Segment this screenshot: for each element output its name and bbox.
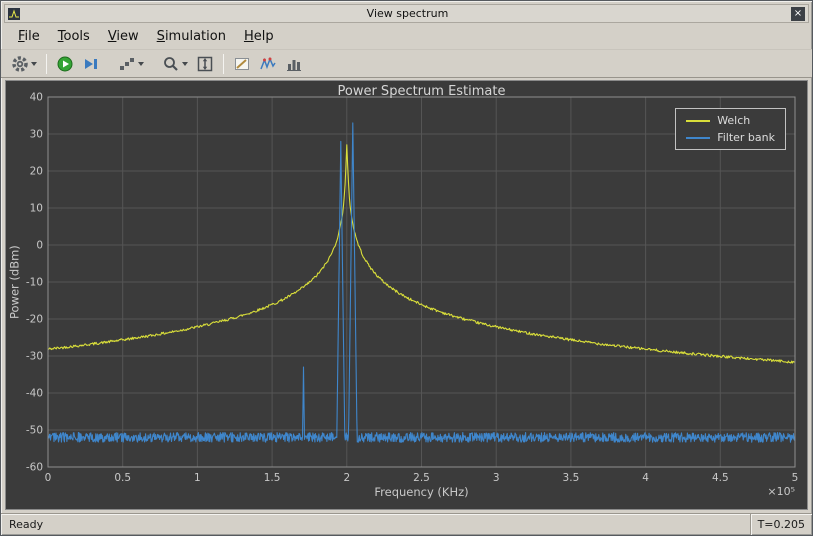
x-tick-label: 0.5 (114, 472, 131, 484)
simulation-time: T=0.205 (749, 514, 812, 535)
window-title: View spectrum (366, 7, 449, 20)
y-axis-label: Power (dBm) (7, 245, 22, 319)
menu-file[interactable]: File (9, 26, 49, 47)
x-tick-label: 4 (642, 472, 649, 484)
y-tick-label: -10 (26, 277, 43, 289)
menubar: File Tools View Simulation Help (1, 23, 812, 49)
zoom-button[interactable] (159, 53, 191, 75)
y-tick-label: -30 (26, 351, 43, 363)
plot-area: 0 0.5 1 1.5 2 2.5 3 3.5 4 4.5 5 -60 -50 -40 -30 -20 -10 0… (5, 80, 808, 510)
signal-statistics-icon (287, 59, 301, 71)
step-forward-button[interactable] (79, 53, 103, 75)
chevron-down-icon (138, 61, 144, 66)
legend: Welch Filter bank (675, 108, 786, 150)
step-options-button[interactable] (115, 53, 147, 75)
x-tick-label: 3.5 (563, 472, 580, 484)
view-spectrum-window: View spectrum × File Tools View Simulation H… (0, 0, 813, 536)
step-options-icon (120, 57, 134, 70)
x-tick-label: 1 (194, 472, 201, 484)
settings-button[interactable] (8, 53, 40, 75)
legend-label: Welch (717, 114, 751, 127)
y-tick-label: -60 (26, 462, 43, 474)
x-axis-multiplier: ×10⁵ (767, 485, 795, 498)
y-tick-label: 20 (30, 166, 43, 178)
scope-icon (8, 7, 20, 20)
y-tick-label: 40 (30, 92, 43, 104)
peak-finder-button[interactable] (256, 53, 280, 75)
signal-statistics-button[interactable] (282, 53, 306, 75)
legend-line-sample (686, 136, 711, 139)
y-tick-label: -20 (26, 314, 43, 326)
legend-label: Filter bank (717, 131, 775, 144)
run-button[interactable] (53, 53, 77, 75)
x-axis-label: Frequency (KHz) (374, 485, 469, 499)
menu-view[interactable]: View (99, 26, 148, 47)
run-icon (57, 56, 73, 71)
step-forward-icon (85, 58, 97, 69)
close-button[interactable]: × (791, 6, 805, 21)
x-tick-label: 0 (45, 472, 52, 484)
legend-entry: Filter bank (686, 131, 775, 144)
toolbar-separator (46, 53, 47, 74)
y-tick-label: -40 (26, 388, 43, 400)
menu-tools[interactable]: Tools (49, 26, 99, 47)
y-tick-label: 30 (30, 129, 43, 141)
fit-to-view-icon (197, 56, 213, 71)
chevron-down-icon (31, 61, 37, 66)
window-icon (8, 7, 20, 20)
fit-to-view-button[interactable] (193, 53, 217, 75)
measurements-icon (235, 57, 249, 70)
x-tick-label: 4.5 (712, 472, 729, 484)
y-tick-label: 0 (36, 240, 43, 252)
legend-line-sample (686, 119, 711, 122)
magnifier-icon (164, 56, 178, 71)
gear-icon (12, 55, 28, 72)
x-tick-label: 5 (792, 472, 799, 484)
x-tick-label: 1.5 (264, 472, 281, 484)
y-tick-label: 10 (30, 203, 43, 215)
peak-finder-icon (260, 56, 276, 69)
x-tick-label: 2 (343, 472, 350, 484)
chevron-down-icon (182, 61, 188, 66)
menu-help[interactable]: Help (235, 26, 283, 47)
legend-entry: Welch (686, 114, 775, 127)
status-ready-text: Ready (9, 518, 44, 531)
titlebar[interactable]: View spectrum × (4, 4, 809, 23)
statusbar: Ready T=0.205 (1, 513, 812, 535)
toolbar-separator (223, 53, 224, 74)
x-tick-label: 3 (493, 472, 500, 484)
measurements-button[interactable] (230, 53, 254, 75)
chart-title: Power Spectrum Estimate (337, 84, 506, 99)
x-tick-label: 2.5 (413, 472, 430, 484)
y-tick-label: -50 (26, 425, 43, 437)
toolbar (1, 49, 812, 78)
menu-simulation[interactable]: Simulation (148, 26, 235, 47)
